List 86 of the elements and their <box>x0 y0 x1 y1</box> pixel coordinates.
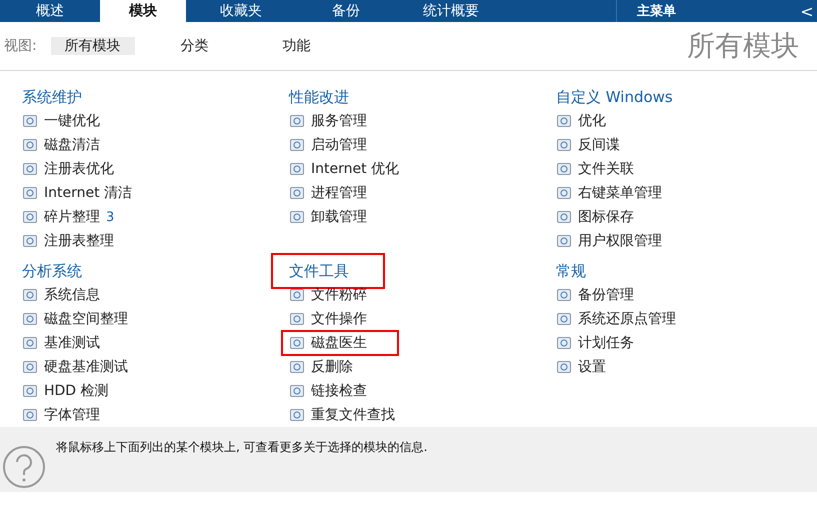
tab[interactable]: 备份 <box>296 0 396 22</box>
module-icon <box>289 161 305 177</box>
module-icon <box>289 209 305 225</box>
module-link[interactable]: 磁盘医生 <box>283 332 397 354</box>
module-icon <box>22 161 38 177</box>
module-icon <box>289 113 305 129</box>
help-text: 将鼠标移上下面列出的某个模块上, 可查看更多关于选择的模块的信息. <box>56 439 428 456</box>
group-heading: 文件工具 <box>273 255 383 287</box>
module-link[interactable]: 备份管理 <box>556 286 634 304</box>
view-label: 视图: <box>4 37 37 55</box>
module-icon <box>289 137 305 153</box>
module-link[interactable]: 服务管理 <box>289 112 367 130</box>
tab[interactable]: 模块 <box>100 0 186 22</box>
group-heading: 自定义 Windows <box>556 87 673 107</box>
tab[interactable]: 收藏夹 <box>186 0 296 22</box>
module-icon <box>289 359 305 375</box>
module-icon <box>556 185 572 201</box>
module-icon <box>22 137 38 153</box>
module-link[interactable]: 计划任务 <box>556 334 634 352</box>
module-icon <box>289 383 305 399</box>
module-link[interactable]: Internet 优化 <box>289 160 400 178</box>
module-icon <box>289 311 305 327</box>
module-link[interactable]: 进程管理 <box>289 184 367 202</box>
module-link[interactable]: Internet 清洁 <box>22 184 132 202</box>
module-link[interactable]: 链接检查 <box>289 382 367 400</box>
module-link[interactable]: 硬盘基准测试 <box>22 358 128 376</box>
module-link[interactable]: 文件粉碎 <box>289 286 367 304</box>
module-link[interactable]: 卸载管理 <box>289 208 367 226</box>
module-icon <box>289 287 305 303</box>
module-icon <box>22 383 38 399</box>
view-option[interactable]: 所有模块 <box>50 37 135 55</box>
module-link[interactable]: 启动管理 <box>289 136 367 154</box>
module-link[interactable]: 碎片整理 3 <box>22 208 114 226</box>
group-heading: 系统维护 <box>22 87 82 107</box>
module-icon <box>22 233 38 249</box>
module-link[interactable]: 右键菜单管理 <box>556 184 662 202</box>
module-link[interactable]: 用户权限管理 <box>556 232 662 250</box>
main-menu-button[interactable]: 主菜单 <box>616 0 797 22</box>
module-icon <box>22 407 38 423</box>
module-link[interactable]: 文件操作 <box>289 310 367 328</box>
module-link[interactable]: 优化 <box>556 112 606 130</box>
module-link[interactable]: 设置 <box>556 358 606 376</box>
module-link[interactable]: 系统信息 <box>22 286 100 304</box>
module-icon <box>556 113 572 129</box>
module-icon <box>556 287 572 303</box>
module-link[interactable]: 重复文件查找 <box>289 406 395 424</box>
module-icon <box>556 335 572 351</box>
view-option[interactable]: 分类 <box>152 37 237 55</box>
module-icon <box>22 359 38 375</box>
module-icon <box>556 161 572 177</box>
module-link[interactable]: 文件关联 <box>556 160 634 178</box>
module-icon <box>22 311 38 327</box>
module-icon <box>22 185 38 201</box>
module-link[interactable]: HDD 检测 <box>22 382 109 400</box>
module-icon <box>22 209 38 225</box>
tab[interactable]: 概述 <box>0 0 100 22</box>
module-link[interactable]: 注册表整理 <box>22 232 114 250</box>
view-title: 所有模块 <box>687 28 799 64</box>
module-link[interactable]: 注册表优化 <box>22 160 114 178</box>
module-icon <box>556 359 572 375</box>
module-link[interactable]: 磁盘清洁 <box>22 136 100 154</box>
collapse-button[interactable]: < <box>797 0 817 22</box>
module-icon <box>556 209 572 225</box>
module-link[interactable]: 反间谍 <box>556 136 620 154</box>
module-link[interactable]: 磁盘空间整理 <box>22 310 128 328</box>
module-icon <box>22 113 38 129</box>
group-heading: 分析系统 <box>22 261 82 281</box>
module-link[interactable]: 一键优化 <box>22 112 100 130</box>
module-icon <box>556 311 572 327</box>
tab[interactable]: 统计概要 <box>396 0 506 22</box>
module-icon <box>289 335 305 351</box>
module-icon <box>22 335 38 351</box>
group-heading: 常规 <box>556 261 586 281</box>
module-icon <box>289 185 305 201</box>
module-link[interactable]: 基准测试 <box>22 334 100 352</box>
view-option[interactable]: 功能 <box>254 37 339 55</box>
module-icon <box>22 287 38 303</box>
module-icon <box>556 233 572 249</box>
module-icon <box>289 407 305 423</box>
module-link[interactable]: 反删除 <box>289 358 353 376</box>
help-icon <box>2 445 46 489</box>
module-link[interactable]: 字体管理 <box>22 406 100 424</box>
module-icon <box>556 137 572 153</box>
module-link[interactable]: 图标保存 <box>556 208 634 226</box>
group-heading: 性能改进 <box>289 87 349 107</box>
module-link[interactable]: 系统还原点管理 <box>556 310 676 328</box>
